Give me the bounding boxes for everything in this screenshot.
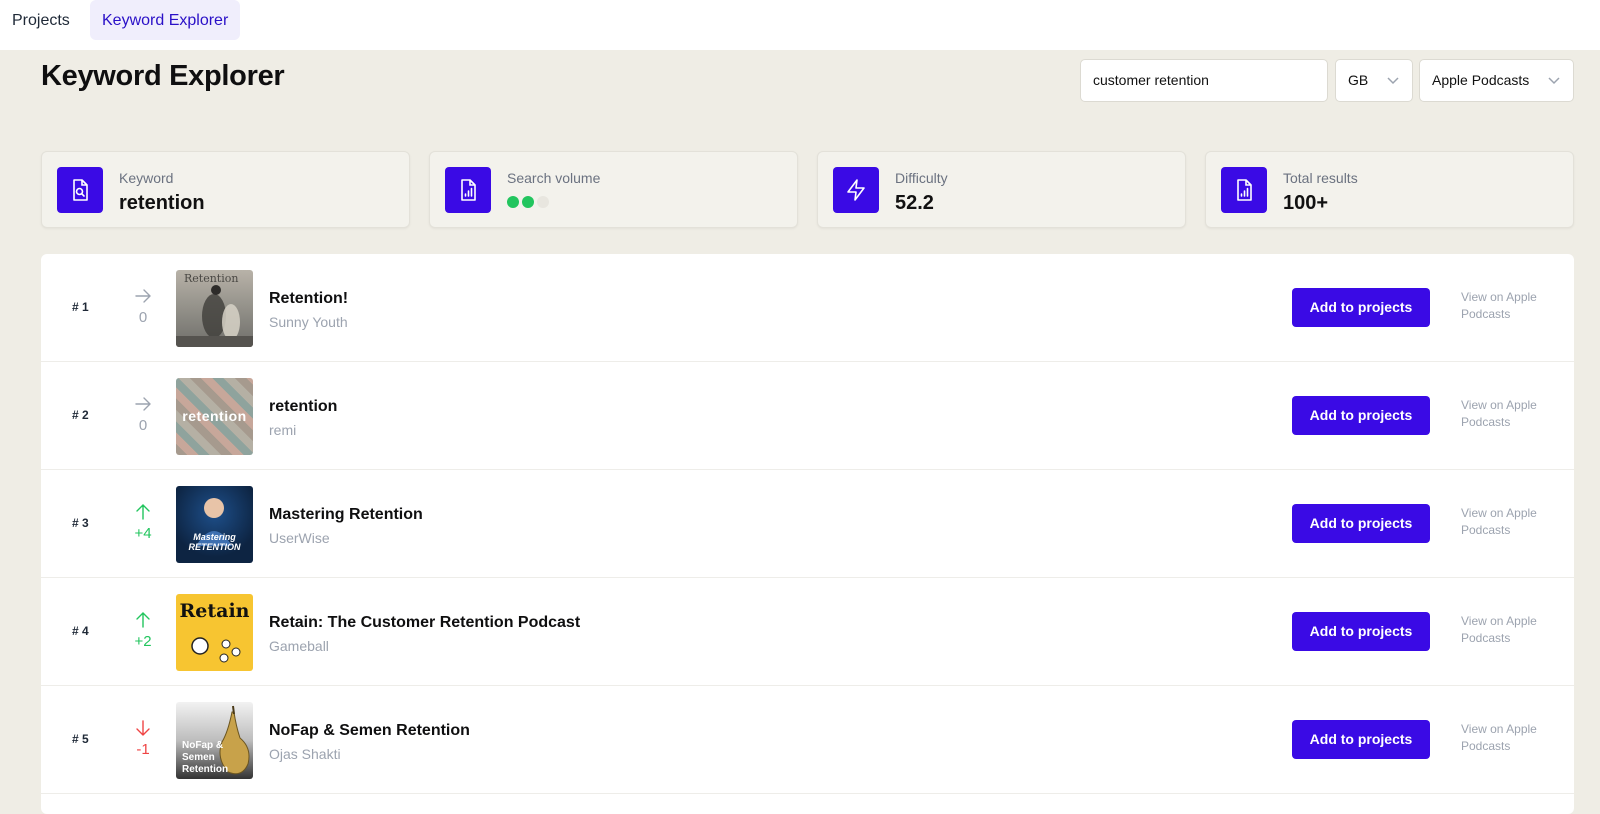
arrow-up-icon bbox=[136, 612, 150, 628]
rank-change: +2 bbox=[134, 633, 152, 650]
document-chart-icon bbox=[445, 167, 491, 213]
chevron-down-icon bbox=[1387, 77, 1399, 85]
country-select[interactable]: GB bbox=[1335, 59, 1413, 102]
podcast-author: remi bbox=[269, 422, 297, 438]
arrow-right-icon bbox=[135, 397, 151, 411]
podcast-cover[interactable]: Retain bbox=[176, 594, 253, 671]
stat-label: Difficulty bbox=[895, 170, 948, 186]
search-volume-indicator bbox=[507, 196, 549, 208]
result-row: # 1 0 Retention Retention! Sunny Youth A… bbox=[41, 254, 1574, 362]
cover-text: NoFap & Semen Retention bbox=[182, 740, 229, 775]
result-row: # 4 +2 Retain Retain: The Customer Reten… bbox=[41, 578, 1574, 686]
document-chart-icon bbox=[1221, 167, 1267, 213]
stat-card-difficulty: Difficulty 52.2 bbox=[817, 151, 1186, 228]
tab-keyword-explorer[interactable]: Keyword Explorer bbox=[90, 0, 241, 40]
stat-label: Total results bbox=[1283, 170, 1358, 186]
document-search-icon bbox=[57, 167, 103, 213]
view-on-apple-podcasts-link[interactable]: View on Apple Podcasts bbox=[1461, 721, 1557, 755]
arrow-right-icon bbox=[135, 289, 151, 303]
arrow-down-icon bbox=[136, 720, 150, 736]
podcast-cover[interactable]: Mastering RETENTION bbox=[176, 486, 253, 563]
results-list: # 1 0 Retention Retention! Sunny Youth A… bbox=[41, 254, 1574, 814]
view-on-apple-podcasts-link[interactable]: View on Apple Podcasts bbox=[1461, 505, 1557, 539]
search-input[interactable]: customer retention bbox=[1080, 59, 1328, 102]
country-select-value: GB bbox=[1348, 72, 1369, 88]
podcast-cover[interactable]: retention bbox=[176, 378, 253, 455]
result-row: # 5 -1 NoFap & Semen Retention NoFap & S… bbox=[41, 686, 1574, 794]
tab-projects[interactable]: Projects bbox=[0, 0, 82, 40]
add-to-projects-button[interactable]: Add to projects bbox=[1292, 612, 1430, 651]
stat-value: 52.2 bbox=[895, 192, 934, 214]
chevron-down-icon bbox=[1548, 77, 1560, 85]
rank-change: -1 bbox=[136, 741, 150, 758]
stat-label: Search volume bbox=[507, 170, 601, 186]
add-to-projects-button[interactable]: Add to projects bbox=[1292, 396, 1430, 435]
view-on-apple-podcasts-link[interactable]: View on Apple Podcasts bbox=[1461, 289, 1557, 323]
rank-label: # 3 bbox=[72, 516, 89, 530]
lightning-icon bbox=[833, 167, 879, 213]
rank-label: # 2 bbox=[72, 408, 89, 422]
stat-label: Keyword bbox=[119, 170, 174, 186]
view-on-apple-podcasts-link[interactable]: View on Apple Podcasts bbox=[1461, 397, 1557, 431]
podcast-title[interactable]: NoFap & Semen Retention bbox=[269, 722, 470, 740]
search-volume-dot bbox=[537, 196, 549, 208]
rank-change: 0 bbox=[138, 417, 148, 434]
podcast-author: Gameball bbox=[269, 638, 329, 654]
view-on-apple-podcasts-link[interactable]: View on Apple Podcasts bbox=[1461, 613, 1557, 647]
podcast-author: Ojas Shakti bbox=[269, 746, 341, 762]
platform-select[interactable]: Apple Podcasts bbox=[1419, 59, 1574, 102]
rank-label: # 5 bbox=[72, 732, 89, 746]
podcast-author: UserWise bbox=[269, 530, 330, 546]
rank-change: +4 bbox=[134, 525, 152, 542]
stat-card-keyword: Keyword retention bbox=[41, 151, 410, 228]
platform-select-value: Apple Podcasts bbox=[1432, 72, 1530, 88]
stat-card-total-results: Total results 100+ bbox=[1205, 151, 1574, 228]
search-volume-dot bbox=[522, 196, 534, 208]
cover-text: Retention bbox=[184, 272, 239, 285]
podcast-author: Sunny Youth bbox=[269, 314, 348, 330]
podcast-cover[interactable]: Retention bbox=[176, 270, 253, 347]
podcast-title[interactable]: retention bbox=[269, 398, 337, 416]
rank-label: # 4 bbox=[72, 624, 89, 638]
arrow-up-icon bbox=[136, 504, 150, 520]
search-volume-dot bbox=[507, 196, 519, 208]
podcast-cover[interactable]: NoFap & Semen Retention bbox=[176, 702, 253, 779]
cover-text: Retain bbox=[179, 600, 250, 622]
result-row: # 3 +4 Mastering RETENTION Mastering Ret… bbox=[41, 470, 1574, 578]
podcast-title[interactable]: Retain: The Customer Retention Podcast bbox=[269, 614, 580, 632]
result-row: # 2 0 retention retention remi Add to pr… bbox=[41, 362, 1574, 470]
rank-label: # 1 bbox=[72, 300, 89, 314]
cover-text: retention bbox=[182, 408, 247, 424]
page-title: Keyword Explorer bbox=[41, 60, 285, 92]
add-to-projects-button[interactable]: Add to projects bbox=[1292, 720, 1430, 759]
cover-text: Mastering RETENTION bbox=[188, 532, 241, 552]
add-to-projects-button[interactable]: Add to projects bbox=[1292, 288, 1430, 327]
stat-card-search-volume: Search volume bbox=[429, 151, 798, 228]
stat-value: retention bbox=[119, 192, 205, 214]
rank-change: 0 bbox=[138, 309, 148, 326]
podcast-title[interactable]: Mastering Retention bbox=[269, 506, 423, 524]
podcast-title[interactable]: Retention! bbox=[269, 290, 348, 308]
add-to-projects-button[interactable]: Add to projects bbox=[1292, 504, 1430, 543]
top-nav: Projects Keyword Explorer bbox=[0, 0, 1600, 50]
stat-value: 100+ bbox=[1283, 192, 1329, 214]
